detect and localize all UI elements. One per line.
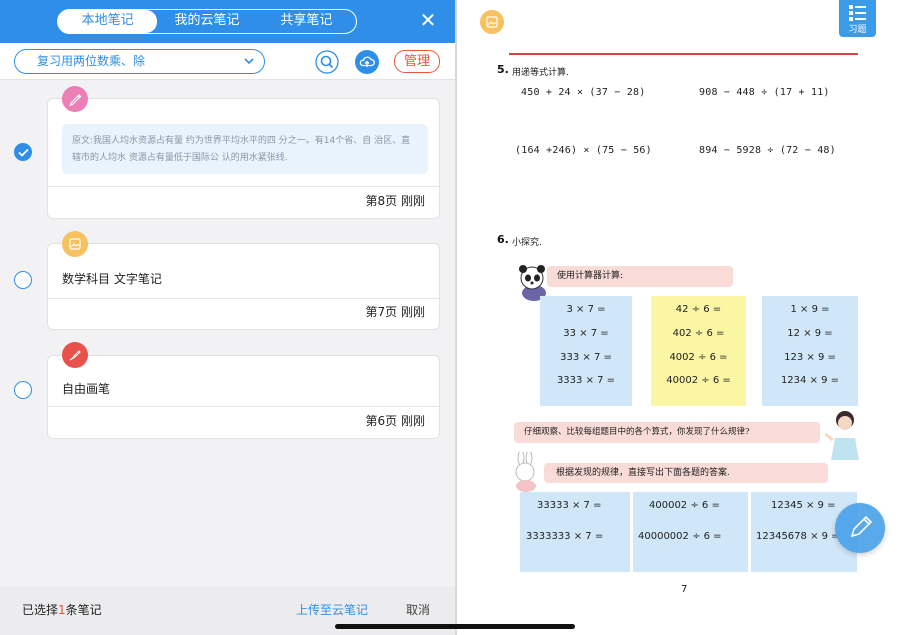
calc-group-3: 1 × 9 = 12 × 9 = 123 × 9 = 1234 × 9 = (762, 296, 858, 406)
selection-count-text: 已选择1条笔记 (22, 603, 102, 617)
tab-shared-notes[interactable]: 共享笔记 (257, 10, 356, 33)
equation: 894 − 5928 ÷ (72 − 48) (699, 145, 836, 156)
note-page-time: 第8页 刚刚 (365, 194, 425, 208)
answer-item: 3333333 × 7 = (526, 531, 604, 542)
calc-group-1: 3 × 7 = 33 × 7 = 333 × 7 = 3333 × 7 = (540, 296, 632, 406)
edit-note-button[interactable] (835, 503, 885, 553)
answer-group-2: 400002 ÷ 6 = 40000002 ÷ 6 = (633, 492, 748, 572)
book-page: 习题 5. 用递等式计算. 450 + 24 × (37 − 28) 908 −… (457, 0, 909, 635)
calc-item: 3333 × 7 = (556, 375, 616, 386)
note-page-time: 第7页 刚刚 (365, 305, 425, 319)
answer-item: 12345678 × 9 = (756, 531, 840, 542)
speech-bubble: 根据发现的规律，直接写出下面各题的答案. (544, 463, 828, 483)
image-icon (62, 231, 88, 257)
calc-item: 4002 ÷ 6 = (669, 352, 728, 363)
cloud-upload-icon[interactable] (355, 50, 379, 74)
chapter-dropdown-value: 复习用两位数乘、除 (37, 54, 146, 68)
notes-header: 本地笔记 我的云笔记 共享笔记 ✕ (0, 0, 455, 43)
notes-source-tabs: 本地笔记 我的云笔记 共享笔记 (57, 9, 357, 34)
upload-to-cloud-button[interactable]: 上传至云笔记 (296, 601, 368, 618)
exercise-label: 习题 (848, 25, 867, 35)
checkmark-icon (18, 148, 29, 157)
brush-icon (62, 342, 88, 368)
note-card-body: 数学科目 文字笔记 (48, 244, 439, 299)
pencil-icon (850, 515, 873, 538)
note-text: 数学科目 文字笔记 (62, 272, 162, 286)
search-icon[interactable] (315, 50, 339, 74)
manage-button[interactable]: 管理 (394, 50, 440, 73)
answer-item: 33333 × 7 = (537, 500, 602, 511)
calc-item: 402 ÷ 6 = (672, 328, 725, 339)
answer-item: 12345 × 9 = (771, 500, 836, 511)
chapter-divider-line (509, 53, 858, 55)
app-root: 本地笔记 我的云笔记 共享笔记 ✕ 复习用两位数乘、除 管理 原文:我国人均水资… (0, 0, 909, 635)
page-number: 7 (681, 584, 688, 595)
answer-item: 400002 ÷ 6 = (649, 500, 720, 511)
calc-item: 42 ÷ 6 = (675, 304, 722, 315)
equation: 908 − 448 ÷ (17 + 11) (699, 87, 830, 98)
speech-bubble: 仔细观察、比较每组题目中的各个算式，你发现了什么规律? (514, 422, 820, 443)
cancel-button[interactable]: 取消 (406, 601, 430, 618)
pen-icon (62, 86, 88, 112)
equation: (164 +246) × (75 − 56) (515, 145, 652, 156)
question-number: 5. (497, 63, 509, 76)
note-select-checkbox[interactable] (14, 271, 32, 289)
calc-item: 1234 × 9 = (780, 375, 840, 386)
calc-item: 33 × 7 = (563, 328, 609, 339)
answer-group-1: 33333 × 7 = 3333333 × 7 = (520, 492, 630, 572)
tab-local-notes[interactable]: 本地笔记 (58, 10, 158, 33)
filter-bar: 复习用两位数乘、除 管理 (0, 43, 455, 80)
calc-item: 3 × 7 = (566, 304, 606, 315)
note-card-text[interactable]: 数学科目 文字笔记 第7页 刚刚 (47, 243, 440, 330)
note-text: 自由画笔 (62, 382, 111, 396)
question-number: 6. (497, 233, 509, 246)
notes-panel: 本地笔记 我的云笔记 共享笔记 ✕ 复习用两位数乘、除 管理 原文:我国人均水资… (0, 0, 455, 635)
chapter-dropdown[interactable]: 复习用两位数乘、除 (14, 49, 265, 74)
exercise-button[interactable]: 习题 (839, 0, 876, 37)
calc-item: 333 × 7 = (560, 352, 612, 363)
question-title: 小探究. (512, 238, 542, 248)
home-indicator[interactable] (335, 624, 575, 629)
speech-bubble: 使用计算器计算: (547, 266, 733, 287)
question-title: 用递等式计算. (512, 68, 569, 78)
calc-item: 40002 ÷ 6 = (666, 375, 731, 386)
selection-count: 1 (58, 603, 66, 617)
note-select-checkbox[interactable] (14, 143, 32, 161)
note-page-time: 第6页 刚刚 (365, 414, 425, 428)
rabbit-illustration (515, 452, 536, 492)
girl-illustration (825, 411, 859, 460)
chevron-down-icon (244, 58, 254, 65)
note-card-body: 自由画笔 (48, 356, 439, 407)
answer-item: 40000002 ÷ 6 = (638, 531, 722, 542)
calc-item: 123 × 9 = (784, 352, 836, 363)
tab-my-cloud-notes[interactable]: 我的云笔记 (157, 10, 256, 33)
image-icon[interactable] (480, 10, 504, 34)
note-card-highlight[interactable]: 原文:我国人均水资源占有量 约为世界平均水平的四 分之一。有14个省、自 治区、… (47, 98, 440, 219)
calc-group-2: 42 ÷ 6 = 402 ÷ 6 = 4002 ÷ 6 = 40002 ÷ 6 … (651, 296, 746, 406)
equation: 450 + 24 × (37 − 28) (521, 87, 646, 98)
note-card-body: 原文:我国人均水资源占有量 约为世界平均水平的四 分之一。有14个省、自 治区、… (48, 99, 439, 187)
note-quote-text: 原文:我国人均水资源占有量 约为世界平均水平的四 分之一。有14个省、自 治区、… (62, 124, 428, 174)
note-card-drawing[interactable]: 自由画笔 第6页 刚刚 (47, 355, 440, 439)
calc-item: 12 × 9 = (787, 328, 833, 339)
note-select-checkbox[interactable] (14, 381, 32, 399)
close-icon[interactable]: ✕ (416, 8, 440, 32)
calc-item: 1 × 9 = (790, 304, 830, 315)
